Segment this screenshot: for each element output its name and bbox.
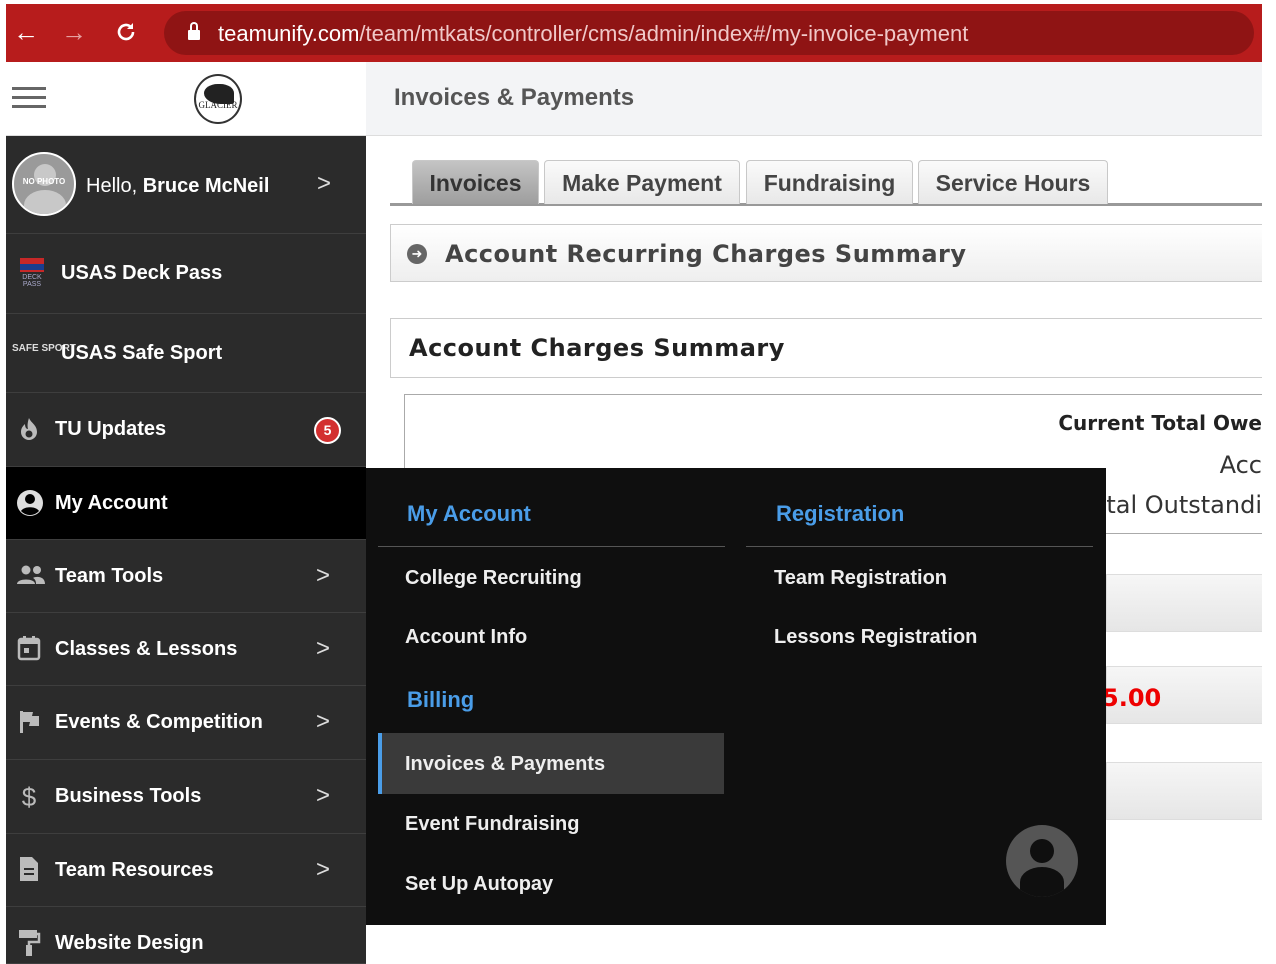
sidebar-item-deck-pass[interactable]: DECK PASS USAS Deck Pass xyxy=(6,234,366,314)
expand-arrow-icon[interactable]: ➜ xyxy=(407,244,427,264)
flyout-link-college-recruiting[interactable]: College Recruiting xyxy=(405,567,582,590)
divider xyxy=(378,546,725,547)
flyout-link-account-info[interactable]: Account Info xyxy=(405,626,527,649)
account-circle-icon xyxy=(16,489,43,516)
sidebar-item-label: My Account xyxy=(55,492,168,514)
chevron-right-icon: > xyxy=(316,708,331,735)
outstanding-label: tal Outstandi xyxy=(1106,491,1262,519)
flyout-link-invoices-payments[interactable]: Invoices & Payments xyxy=(405,753,605,776)
sidebar-header: GLACIER xyxy=(6,62,366,136)
calendar-icon xyxy=(16,635,42,661)
flyout-link-lessons-registration[interactable]: Lessons Registration xyxy=(774,626,977,649)
flame-icon xyxy=(16,417,42,443)
account-label: Acc xyxy=(1219,451,1262,479)
lock-icon xyxy=(188,22,200,40)
reload-icon[interactable] xyxy=(110,16,142,48)
sidebar-item-label: USAS Safe Sport xyxy=(61,342,223,364)
tab-make-payment[interactable]: Make Payment xyxy=(544,160,740,204)
sidebar-user-profile[interactable]: NO PHOTO Hello, Bruce McNeil > xyxy=(6,136,366,234)
divider xyxy=(746,546,1093,547)
sidebar-item-label: USAS Deck Pass xyxy=(61,262,223,284)
chevron-right-icon: > xyxy=(317,170,332,197)
url-text: teamunify.com/team/mtkats/controller/cms… xyxy=(218,21,969,46)
sidebar-item-label: Business Tools xyxy=(55,785,202,807)
sidebar-item-business-tools[interactable]: $ Business Tools > xyxy=(6,760,366,834)
summary-row xyxy=(1106,762,1262,820)
flyout-heading-my-account: My Account xyxy=(407,501,531,526)
tab-bar: Invoices Make Payment Fundraising Servic… xyxy=(390,160,1262,206)
notification-badge: 5 xyxy=(314,417,341,444)
my-account-flyout-menu: My Account College Recruiting Account In… xyxy=(366,468,1106,925)
page-header: Invoices & Payments xyxy=(366,62,1262,136)
sidebar-item-team-tools[interactable]: Team Tools > xyxy=(6,540,366,613)
tab-invoices[interactable]: Invoices xyxy=(412,160,539,204)
flyout-link-set-up-autopay[interactable]: Set Up Autopay xyxy=(405,873,553,896)
chevron-right-icon: > xyxy=(316,856,331,883)
summary-row xyxy=(1106,574,1262,632)
address-bar[interactable]: teamunify.com/team/mtkats/controller/cms… xyxy=(164,11,1254,55)
deck-pass-icon: DECK PASS xyxy=(16,256,48,292)
sidebar-item-tu-updates[interactable]: TU Updates 5 xyxy=(6,393,366,467)
document-icon xyxy=(16,856,42,882)
sidebar-item-team-resources[interactable]: Team Resources > xyxy=(6,834,366,907)
sidebar-item-label: Team Resources xyxy=(55,859,214,881)
flag-icon xyxy=(16,710,42,736)
paint-roller-icon xyxy=(16,929,42,956)
sidebar-item-label: Events & Competition xyxy=(55,711,263,733)
people-icon xyxy=(16,564,45,590)
sidebar-item-label: Classes & Lessons xyxy=(55,638,238,660)
charges-summary-panel: Account Charges Summary xyxy=(390,318,1262,378)
user-greeting: Hello, Bruce McNeil xyxy=(86,175,270,197)
panel-title: Account Recurring Charges Summary xyxy=(445,240,967,268)
panel-title: Account Charges Summary xyxy=(409,334,785,362)
amount-owed: 5.00 xyxy=(1102,684,1162,712)
avatar: NO PHOTO xyxy=(12,152,76,216)
recurring-charges-panel[interactable]: ➜ Account Recurring Charges Summary xyxy=(390,224,1262,282)
tab-fundraising[interactable]: Fundraising xyxy=(746,160,913,204)
sidebar-item-label: Team Tools xyxy=(55,565,164,587)
chevron-right-icon: > xyxy=(316,782,331,809)
page-title: Invoices & Payments xyxy=(394,84,635,111)
sidebar-item-classes-lessons[interactable]: Classes & Lessons > xyxy=(6,613,366,686)
chevron-right-icon: > xyxy=(316,635,331,662)
sidebar-item-safe-sport[interactable]: SAFE SPORT USAS Safe Sport xyxy=(6,314,366,393)
sidebar-item-label: TU Updates xyxy=(55,418,167,440)
user-avatar-icon xyxy=(1006,825,1078,897)
sidebar-item-website-design[interactable]: Website Design xyxy=(6,907,366,964)
sidebar-item-label: Website Design xyxy=(55,932,204,954)
flyout-link-event-fundraising[interactable]: Event Fundraising xyxy=(405,813,579,836)
chevron-right-icon: > xyxy=(316,562,331,589)
sidebar-item-my-account[interactable]: My Account xyxy=(6,467,366,540)
browser-toolbar: ← → teamunify.com/team/mtkats/controller… xyxy=(6,4,1262,62)
dollar-icon: $ xyxy=(21,782,37,812)
flyout-heading-registration: Registration xyxy=(776,501,905,526)
current-total-label: Current Total Owe xyxy=(1058,411,1262,435)
flyout-heading-billing: Billing xyxy=(407,687,475,712)
back-arrow-icon[interactable]: ← xyxy=(10,16,42,48)
sidebar: GLACIER NO PHOTO Hello, Bruce McNeil > D… xyxy=(6,62,366,964)
sidebar-item-events-competition[interactable]: Events & Competition > xyxy=(6,686,366,760)
hamburger-menu-icon[interactable] xyxy=(12,87,46,109)
flyout-link-team-registration[interactable]: Team Registration xyxy=(774,567,947,590)
tab-service-hours[interactable]: Service Hours xyxy=(918,160,1108,204)
team-logo[interactable]: GLACIER xyxy=(194,74,242,124)
forward-arrow-icon[interactable]: → xyxy=(58,16,90,48)
